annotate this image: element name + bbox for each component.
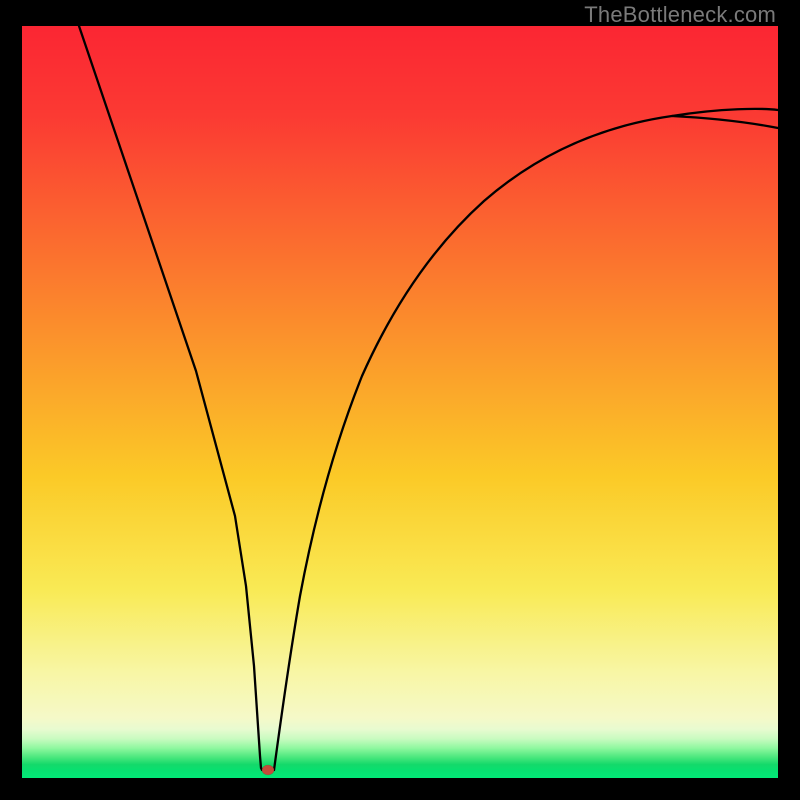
chart-frame: TheBottleneck.com (0, 0, 800, 800)
curve-right-branch (274, 109, 778, 770)
curve-right-tail (672, 116, 778, 128)
plot-area (22, 26, 778, 778)
watermark-text: TheBottleneck.com (584, 2, 776, 28)
curve-left-branch (79, 26, 274, 770)
bottleneck-curve (22, 26, 778, 778)
minimum-dot (262, 765, 274, 775)
